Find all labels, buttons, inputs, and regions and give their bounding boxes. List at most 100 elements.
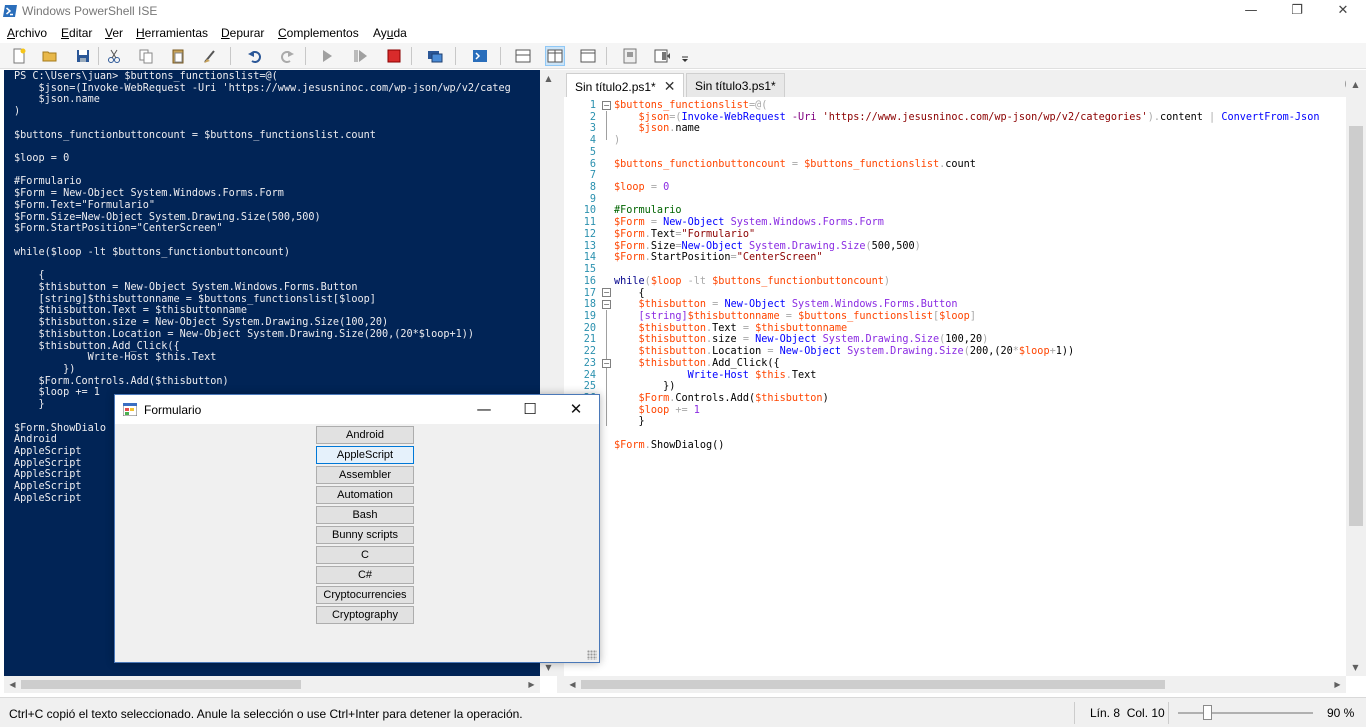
menu-ayuda[interactable]: Ayuda: [373, 26, 407, 40]
form-button-bunny-scripts[interactable]: Bunny scripts: [316, 526, 414, 544]
code-token: name: [675, 123, 700, 135]
form-button-android[interactable]: Android: [316, 426, 414, 444]
code-token: size: [712, 334, 737, 346]
scroll-left-icon[interactable]: ◀: [4, 676, 21, 693]
form-button-bash[interactable]: Bash: [316, 506, 414, 524]
script-editor[interactable]: 1 2 3 4 5 6 7 8 9 10 11 12 13 14 15 16 17 18 19 20 21 22 23 24 2…: [564, 97, 1346, 676]
code-line: $loop = 0: [614, 182, 1319, 194]
scroll-right-icon[interactable]: ▶: [1329, 676, 1346, 693]
fold-toggle-icon[interactable]: −: [602, 359, 611, 368]
editor-vertical-scrollbar[interactable]: ▲ ▼: [1346, 70, 1366, 676]
fold-toggle-icon[interactable]: −: [602, 288, 611, 297]
code-token: ShowDialog(): [650, 439, 725, 451]
code-token: $this: [755, 369, 786, 381]
form-button-automation[interactable]: Automation: [316, 486, 414, 504]
close-tab-icon[interactable]: ✕: [664, 78, 676, 94]
scroll-right-icon[interactable]: ▶: [523, 676, 540, 693]
code-line: $json=(Invoke-WebRequest -Uri 'https://w…: [614, 111, 1320, 124]
form-button-c[interactable]: C#: [316, 566, 414, 584]
minimize-button[interactable]: —: [1228, 0, 1274, 23]
code-token: ): [614, 135, 621, 147]
show-script-maximized-icon[interactable]: [578, 46, 598, 66]
code-token: {: [614, 287, 645, 299]
toolbar: [0, 43, 1366, 69]
form-button-c[interactable]: C: [316, 546, 414, 564]
menu-herramientas[interactable]: Herramientas: [136, 26, 208, 40]
show-command-addon-icon[interactable]: [652, 46, 672, 66]
code-line: {: [614, 288, 1319, 300]
start-powershell-icon[interactable]: [470, 46, 490, 66]
code-token: $thisbutton: [638, 322, 707, 334]
console-horizontal-scrollbar[interactable]: ◀ ▶: [4, 676, 540, 693]
menu-ver[interactable]: Ver: [105, 26, 123, 40]
zoom-slider-thumb[interactable]: [1203, 705, 1212, 720]
code-token: New-Object: [724, 299, 786, 311]
form-button-cryptography[interactable]: Cryptography: [316, 606, 414, 624]
show-script-top-icon[interactable]: [513, 46, 533, 66]
form-minimize-button[interactable]: —: [461, 395, 507, 424]
paste-icon[interactable]: [168, 46, 188, 66]
save-icon[interactable]: [73, 46, 93, 66]
scrollbar-thumb[interactable]: [581, 680, 1165, 689]
title-bar: Windows PowerShell ISE — ❐ ✕: [0, 0, 1366, 23]
menu-editar[interactable]: Editar: [61, 26, 92, 40]
restore-button[interactable]: ❐: [1274, 0, 1320, 23]
remote-powershell-icon[interactable]: [425, 46, 445, 66]
menu-archivo[interactable]: Archivo: [7, 26, 47, 40]
menu-complementos[interactable]: Complementos: [278, 26, 359, 40]
code-token: Controls.Add(: [675, 392, 756, 404]
scrollbar-thumb[interactable]: [1349, 126, 1363, 526]
menu-depurar[interactable]: Depurar: [221, 26, 264, 40]
code-token: $loop: [1018, 346, 1050, 358]
form-close-button[interactable]: ✕: [553, 395, 599, 424]
form-button-assembler[interactable]: Assembler: [316, 466, 414, 484]
fold-toggle-icon[interactable]: −: [602, 101, 611, 110]
show-commands-icon[interactable]: [620, 46, 640, 66]
scroll-down-icon[interactable]: ▼: [1347, 659, 1364, 676]
line-number: 1: [589, 100, 596, 111]
code-token: $buttons_functionslist: [614, 100, 749, 111]
code-token: 200,(20: [969, 346, 1013, 358]
line-number: 22: [583, 346, 596, 358]
run-selection-icon[interactable]: [350, 46, 370, 66]
script-code[interactable]: $buttons_functionslist=@( $json=(Invoke-…: [614, 100, 1319, 475]
scroll-up-icon[interactable]: ▲: [540, 70, 557, 87]
form-button-cryptocurrencies[interactable]: Cryptocurrencies: [316, 586, 414, 604]
zoom-slider[interactable]: [1178, 712, 1313, 714]
scroll-up-icon[interactable]: ▲: [1347, 76, 1364, 93]
tab-sin-titulo2[interactable]: Sin título2.ps1* ✕: [566, 73, 685, 97]
new-file-icon[interactable]: [9, 46, 29, 66]
show-script-right-icon[interactable]: [545, 46, 565, 66]
undo-icon[interactable]: [245, 46, 265, 66]
redo-icon[interactable]: [277, 46, 297, 66]
open-folder-icon[interactable]: [40, 46, 60, 66]
fold-toggle-icon[interactable]: −: [602, 300, 611, 309]
code-token: count: [945, 158, 976, 170]
copy-icon[interactable]: [136, 46, 156, 66]
form-button-applescript[interactable]: AppleScript: [316, 446, 414, 464]
run-script-icon[interactable]: [317, 46, 337, 66]
scroll-left-icon[interactable]: ◀: [564, 676, 581, 693]
tab-sin-titulo3[interactable]: Sin título3.ps1*: [686, 73, 785, 97]
code-token: Text: [650, 228, 676, 240]
code-token: =@(: [748, 100, 768, 111]
clear-console-icon[interactable]: [200, 46, 220, 66]
code-token: while: [614, 275, 645, 287]
stop-icon[interactable]: [384, 46, 404, 66]
form-maximize-button[interactable]: ☐: [507, 395, 553, 424]
code-token: 1)): [1055, 346, 1075, 358]
code-token: Location: [712, 346, 762, 358]
scrollbar-thumb[interactable]: [21, 680, 301, 689]
cut-icon[interactable]: [104, 46, 124, 66]
powershell-icon: [3, 5, 17, 17]
editor-horizontal-scrollbar[interactable]: ◀ ▶: [564, 676, 1346, 693]
resize-grip-icon[interactable]: [587, 650, 597, 660]
close-button[interactable]: ✕: [1320, 0, 1366, 23]
toolbar-overflow-icon[interactable]: [680, 46, 690, 66]
code-token: $thisbutton: [638, 334, 707, 346]
code-token: Invoke-WebRequest: [681, 111, 786, 123]
